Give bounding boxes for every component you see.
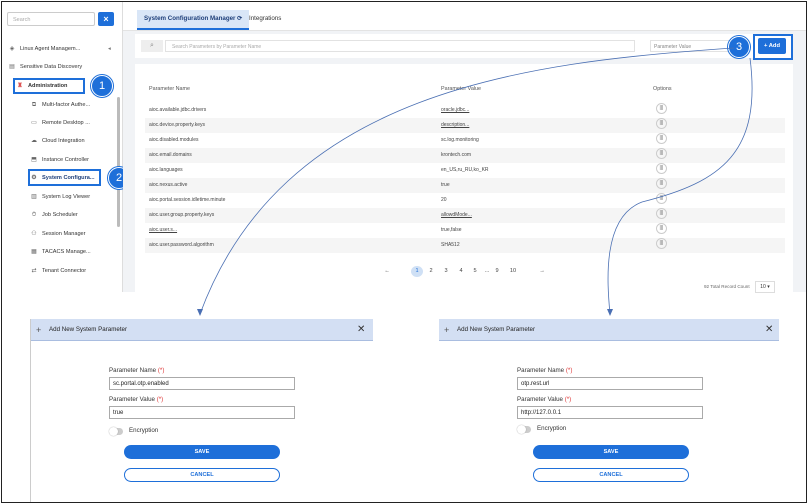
dialog-title: Add New System Parameter bbox=[457, 326, 536, 333]
save-button[interactable]: SAVE bbox=[533, 445, 689, 459]
close-icon[interactable]: ✕ bbox=[765, 319, 773, 341]
encryption-toggle[interactable] bbox=[109, 427, 123, 436]
plus-icon: + bbox=[36, 325, 42, 335]
parameter-value-label: Parameter Value (*) bbox=[517, 396, 572, 403]
connector-arrows bbox=[197, 47, 753, 316]
parameter-value-field[interactable]: true bbox=[109, 406, 295, 419]
screenshot-frame: Search × ◈ Linux Agent Managem... ◂ ▤ Sensi… bbox=[1, 1, 807, 503]
add-parameter-dialog-right: + Add New System Parameter ✕ Parameter N… bbox=[439, 319, 779, 502]
connector-arrowhead-left bbox=[197, 309, 203, 316]
parameter-name-label: Parameter Name (*) bbox=[517, 367, 573, 374]
parameter-name-field[interactable]: otp.rest.url bbox=[517, 377, 703, 390]
encryption-label: Encryption bbox=[537, 425, 567, 432]
dialog-header: + Add New System Parameter ✕ bbox=[439, 319, 779, 341]
connector-arrowhead-right bbox=[607, 309, 613, 316]
encryption-label: Encryption bbox=[129, 427, 159, 434]
dialog-header: + Add New System Parameter ✕ bbox=[31, 319, 373, 341]
close-icon[interactable]: ✕ bbox=[357, 319, 365, 341]
connector-curve-right bbox=[607, 57, 753, 315]
parameter-value-label: Parameter Value (*) bbox=[109, 396, 164, 403]
save-button[interactable]: SAVE bbox=[124, 445, 280, 459]
parameter-value-field[interactable]: http://127.0.0.1 bbox=[517, 406, 703, 419]
plus-icon: + bbox=[444, 325, 450, 335]
connector-curve-left bbox=[199, 47, 735, 315]
cancel-button[interactable]: CANCEL bbox=[124, 468, 280, 482]
parameter-name-field[interactable]: sc.portal.otp.enabled bbox=[109, 377, 295, 390]
encryption-toggle[interactable] bbox=[517, 425, 531, 434]
cancel-button[interactable]: CANCEL bbox=[533, 468, 689, 482]
parameter-name-label: Parameter Name (*) bbox=[109, 367, 165, 374]
dialog-title: Add New System Parameter bbox=[49, 326, 128, 333]
add-parameter-dialog-left: + Add New System Parameter ✕ Parameter N… bbox=[30, 319, 373, 502]
